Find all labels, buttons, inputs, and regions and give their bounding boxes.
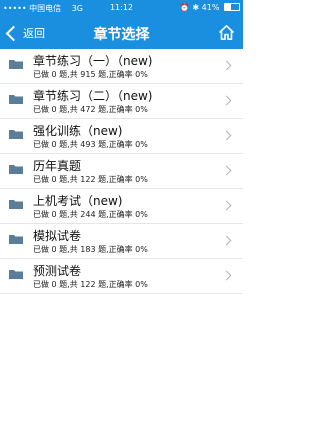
status-bar: ••••• 中国电信 3G 11:12 ⏰ ✱ 41%: [0, 0, 243, 16]
chapter-stats: 已做 0 题,共 122 题,正确率 0%: [33, 280, 148, 289]
folder-icon: [9, 235, 23, 244]
chapter-title: 模拟试卷: [33, 229, 82, 243]
chapter-stats: 已做 0 题,共 122 题,正确率 0%: [33, 175, 148, 184]
list-item[interactable]: 章节练习（一）（new) 已做 0 题,共 915 题,正确率 0%: [0, 49, 243, 84]
bluetooth-icon: ✱: [192, 3, 200, 12]
list-item[interactable]: 上机考试（new) 已做 0 题,共 244 题,正确率 0%: [0, 189, 243, 224]
chevron-right-icon: [221, 235, 232, 246]
list-item[interactable]: 预测试卷 已做 0 题,共 122 题,正确率 0%: [0, 259, 243, 294]
nav-bar: 返回 章节选择: [0, 16, 243, 49]
chevron-right-icon: [221, 60, 232, 71]
battery-percent: 41%: [201, 3, 220, 12]
chevron-right-icon: [221, 165, 232, 176]
battery-icon: [224, 3, 240, 11]
list-item[interactable]: 章节练习（二）（new) 已做 0 题,共 472 题,正确率 0%: [0, 84, 243, 119]
chapter-title: 章节练习（二）（new): [33, 89, 153, 103]
chapter-title: 预测试卷: [33, 264, 82, 278]
list-item[interactable]: 历年真题 已做 0 题,共 122 题,正确率 0%: [0, 154, 243, 189]
folder-icon: [9, 60, 23, 69]
folder-icon: [9, 165, 23, 174]
chapter-title: 强化训练（new): [33, 124, 123, 138]
home-icon: [218, 25, 235, 40]
chapter-stats: 已做 0 题,共 244 题,正确率 0%: [33, 210, 148, 219]
status-right: ⏰ ✱ 41%: [180, 3, 240, 12]
chapter-stats: 已做 0 题,共 472 题,正确率 0%: [33, 105, 148, 114]
chevron-right-icon: [221, 200, 232, 211]
list-item[interactable]: 模拟试卷 已做 0 题,共 183 题,正确率 0%: [0, 224, 243, 259]
folder-icon: [9, 200, 23, 209]
folder-icon: [9, 95, 23, 104]
folder-icon: [9, 270, 23, 279]
chapter-stats: 已做 0 题,共 493 题,正确率 0%: [33, 140, 148, 149]
chapter-title: 上机考试（new): [33, 194, 123, 208]
chapter-stats: 已做 0 题,共 183 题,正确率 0%: [33, 245, 148, 254]
alarm-icon: ⏰: [179, 3, 190, 12]
folder-icon: [9, 130, 23, 139]
chapter-title: 章节练习（一）（new): [33, 54, 153, 68]
chevron-right-icon: [221, 270, 232, 281]
home-button[interactable]: [218, 24, 235, 41]
list-item[interactable]: 强化训练（new) 已做 0 题,共 493 题,正确率 0%: [0, 119, 243, 154]
chevron-right-icon: [221, 95, 232, 106]
chapter-list: 章节练习（一）（new) 已做 0 题,共 915 题,正确率 0% 章节练习（…: [0, 49, 243, 294]
chevron-right-icon: [221, 130, 232, 141]
page-title: 章节选择: [93, 27, 150, 43]
chapter-stats: 已做 0 题,共 915 题,正确率 0%: [33, 70, 148, 79]
chapter-title: 历年真题: [33, 159, 82, 173]
